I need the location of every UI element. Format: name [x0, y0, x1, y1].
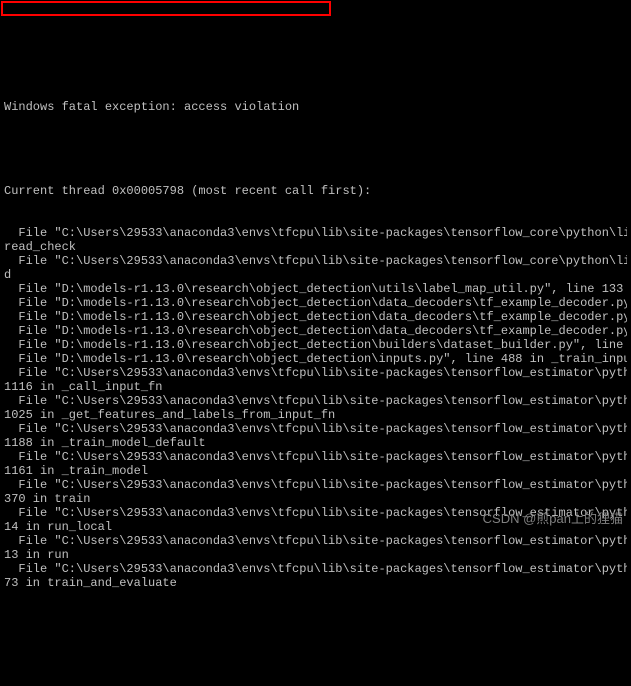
traceback-line: read_check [4, 240, 627, 254]
traceback-line: d [4, 268, 627, 282]
fatal-exception-line: Windows fatal exception: access violatio… [4, 100, 627, 114]
traceback-container: File "C:\Users\29533\anaconda3\envs\tfcp… [4, 226, 627, 588]
traceback-line: 1116 in _call_input_fn [4, 380, 627, 394]
traceback-line: File "C:\Users\29533\anaconda3\envs\tfcp… [4, 394, 627, 408]
traceback-line: File "C:\Users\29533\anaconda3\envs\tfcp… [4, 478, 627, 492]
traceback-line: File "C:\Users\29533\anaconda3\envs\tfcp… [4, 366, 627, 380]
terminal-window[interactable]: Windows fatal exception: access violatio… [0, 56, 631, 588]
traceback-line: File "D:\models-r1.13.0\research\object_… [4, 338, 627, 352]
traceback-line: File "C:\Users\29533\anaconda3\envs\tfcp… [4, 562, 627, 576]
traceback-line: 370 in train [4, 492, 627, 506]
traceback-line: File "C:\Users\29533\anaconda3\envs\tfcp… [4, 254, 627, 268]
traceback-line: File "D:\models-r1.13.0\research\object_… [4, 352, 627, 366]
traceback-line: File "C:\Users\29533\anaconda3\envs\tfcp… [4, 450, 627, 464]
traceback-line: File "C:\Users\29533\anaconda3\envs\tfcp… [4, 534, 627, 548]
traceback-line: File "D:\models-r1.13.0\research\object_… [4, 282, 627, 296]
traceback-line: File "D:\models-r1.13.0\research\object_… [4, 310, 627, 324]
traceback-line: File "D:\models-r1.13.0\research\object_… [4, 324, 627, 338]
csdn-watermark: CSDN @煎pan上的狸猫 [483, 512, 623, 526]
traceback-line: File "D:\models-r1.13.0\research\object_… [4, 296, 627, 310]
traceback-line: 1188 in _train_model_default [4, 436, 627, 450]
traceback-line: File "C:\Users\29533\anaconda3\envs\tfcp… [4, 226, 627, 240]
traceback-line: 13 in run [4, 548, 627, 562]
blank-line [4, 142, 627, 156]
thread-info-line: Current thread 0x00005798 (most recent c… [4, 184, 627, 198]
traceback-line: File "C:\Users\29533\anaconda3\envs\tfcp… [4, 422, 627, 436]
traceback-line: 73 in train_and_evaluate [4, 576, 627, 588]
traceback-line: 1161 in _train_model [4, 464, 627, 478]
traceback-line: 1025 in _get_features_and_labels_from_in… [4, 408, 627, 422]
